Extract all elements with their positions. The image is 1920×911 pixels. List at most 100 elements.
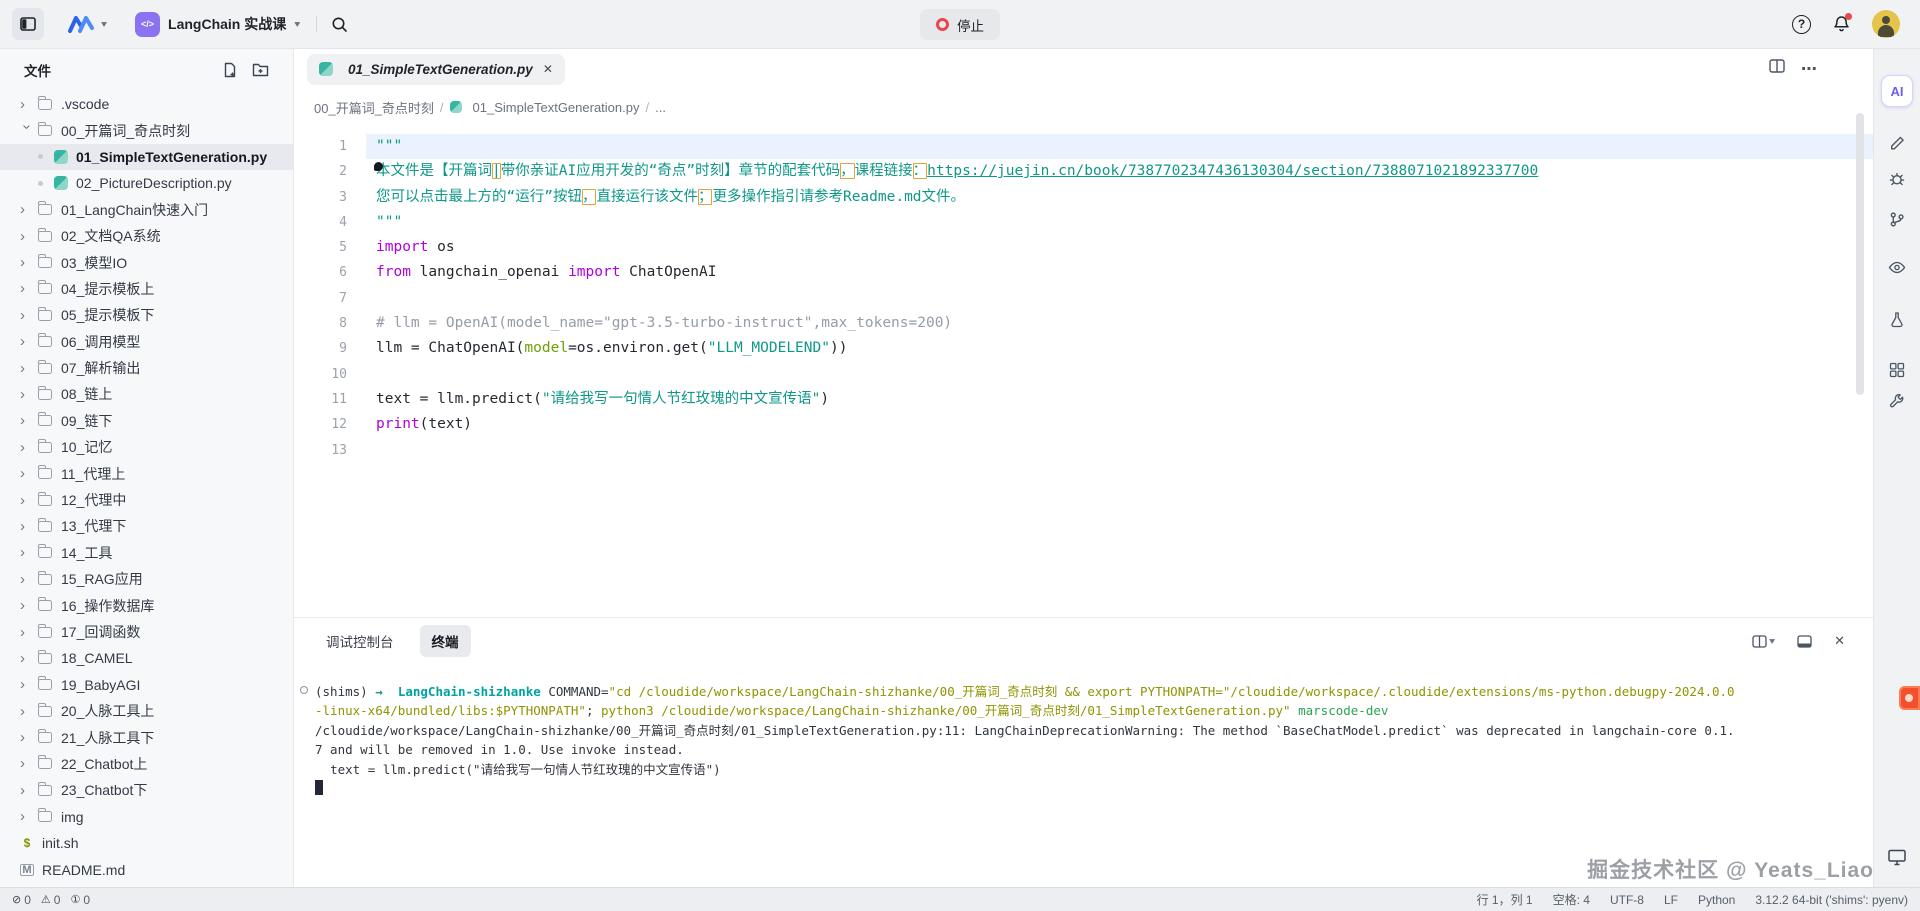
status-problems-item[interactable]: ⚠0 <box>41 893 61 907</box>
help-button[interactable] <box>1792 15 1811 34</box>
tree-item[interactable]: 21_人脉工具下 <box>0 724 293 750</box>
search-button[interactable] <box>331 16 348 33</box>
command-decoration-icon <box>300 686 308 694</box>
tree-item[interactable]: 22_Chatbot上 <box>0 751 293 777</box>
extensions-grid-icon[interactable] <box>1889 362 1905 378</box>
code-line[interactable]: 3您可以点击最上方的“运行”按钮，直接运行该文件；更多操作指引请参考Readme… <box>294 185 1873 210</box>
tree-item-label: 02_文档QA系统 <box>61 226 161 246</box>
tree-item[interactable]: .vscode <box>0 91 293 117</box>
code-line[interactable]: 12print(text) <box>294 412 1873 437</box>
tree-item[interactable]: 18_CAMEL <box>0 645 293 671</box>
tools-icon[interactable] <box>1889 394 1905 410</box>
source-control-icon[interactable] <box>1889 211 1906 228</box>
status-item[interactable]: 空格: 4 <box>1553 891 1590 908</box>
folder-icon <box>38 99 52 110</box>
preview-eye-icon[interactable] <box>1888 260 1906 275</box>
tree-item[interactable]: 23_Chatbot下 <box>0 777 293 803</box>
debug-icon[interactable] <box>1889 170 1906 187</box>
code-link[interactable]: https://juejin.cn/book/73877023474361303… <box>927 163 1538 179</box>
code-line[interactable]: 1""" <box>294 134 1873 159</box>
chevron-down-icon: ▾ <box>294 18 300 29</box>
notifications-button[interactable] <box>1833 15 1850 33</box>
tree-item[interactable]: 19_BabyAGI <box>0 672 293 698</box>
split-terminal-button[interactable]: ▾ <box>1752 634 1775 648</box>
tree-item[interactable]: 02_PictureDescription.py <box>0 170 293 196</box>
maximize-panel-icon[interactable] <box>1797 635 1812 648</box>
tree-item[interactable]: 16_操作数据库 <box>0 592 293 618</box>
tree-item[interactable]: 08_链上 <box>0 381 293 407</box>
tree-item[interactable]: 01_SimpleTextGeneration.py <box>0 144 293 170</box>
code-line[interactable]: 2本文件是【开篇词|带你亲证AI应用开发的“奇点”时刻】章节的配套代码，课程链接… <box>294 159 1873 184</box>
tab-simpletextgeneration[interactable]: 01_SimpleTextGeneration.py ✕ <box>307 54 565 85</box>
code-editor[interactable]: 1"""2本文件是【开篇词|带你亲证AI应用开发的“奇点”时刻】章节的配套代码，… <box>294 125 1873 666</box>
tree-item[interactable]: img <box>0 804 293 830</box>
code-line[interactable]: 8# llm = OpenAI(model_name="gpt-3.5-turb… <box>294 311 1873 336</box>
new-file-icon[interactable] <box>222 62 238 78</box>
status-item[interactable]: 行 1，列 1 <box>1477 891 1533 908</box>
tree-item[interactable]: init.sh <box>0 830 293 856</box>
terminal-output[interactable]: (shims) → LangChain-shizhanke COMMAND="c… <box>294 664 1873 887</box>
edit-icon[interactable] <box>1889 135 1906 152</box>
stop-button[interactable]: 停止 <box>920 9 1000 40</box>
tab-terminal[interactable]: 终端 <box>420 625 471 657</box>
tree-item[interactable]: 04_提示模板上 <box>0 276 293 302</box>
code-line[interactable]: 6from langchain_openai import ChatOpenAI <box>294 260 1873 285</box>
project-switcher[interactable]: LangChain 实战课 ▾ <box>135 12 300 37</box>
editor-scrollbar[interactable] <box>1856 113 1864 395</box>
breadcrumb-folder[interactable]: 00_开篇词_奇点时刻 <box>314 98 434 117</box>
user-avatar[interactable] <box>1872 10 1900 38</box>
tree-item[interactable]: 20_人脉工具上 <box>0 698 293 724</box>
code-line[interactable]: 13 <box>294 438 1873 463</box>
code-line[interactable]: 10 <box>294 362 1873 387</box>
tree-item[interactable]: README.md <box>0 856 293 882</box>
tree-item-label: 09_链下 <box>61 411 112 431</box>
tree-item[interactable]: 17_回调函数 <box>0 619 293 645</box>
ai-assistant-button[interactable] <box>1881 75 1913 107</box>
close-icon[interactable]: ✕ <box>543 62 553 76</box>
tree-item[interactable]: 07_解析输出 <box>0 355 293 381</box>
code-line[interactable]: 5import os <box>294 235 1873 260</box>
remote-monitor-icon[interactable] <box>1888 849 1907 866</box>
tree-item-label: 14_工具 <box>61 543 112 563</box>
tree-item[interactable]: 13_代理下 <box>0 513 293 539</box>
tree-item[interactable]: 09_链下 <box>0 408 293 434</box>
folder-icon <box>38 310 52 321</box>
tree-item[interactable]: 06_调用模型 <box>0 329 293 355</box>
tree-item[interactable]: 11_代理上 <box>0 460 293 486</box>
tab-debug-console[interactable]: 调试控制台 <box>314 625 406 657</box>
tree-item[interactable]: 03_模型IO <box>0 249 293 275</box>
tree-item[interactable]: 14_工具 <box>0 540 293 566</box>
more-actions-icon[interactable]: ⋯ <box>1801 59 1818 79</box>
marscode-logo-menu[interactable]: ▾ <box>66 14 107 34</box>
status-item[interactable]: Python <box>1698 893 1735 907</box>
code-line[interactable]: 11text = llm.predict("请给我写一句情人节红玫瑰的中文宣传语… <box>294 387 1873 412</box>
tree-item[interactable]: 10_记忆 <box>0 434 293 460</box>
breadcrumb-separator <box>645 100 649 115</box>
sidebar-toggle-button[interactable] <box>12 8 44 40</box>
code-line[interactable]: 9llm = ChatOpenAI(model=os.environ.get("… <box>294 336 1873 361</box>
tree-item[interactable]: 02_文档QA系统 <box>0 223 293 249</box>
code-line[interactable]: 7 <box>294 286 1873 311</box>
new-folder-icon[interactable] <box>252 62 269 77</box>
status-item[interactable]: UTF-8 <box>1610 893 1644 907</box>
promo-pendant[interactable] <box>1899 686 1920 710</box>
status-item[interactable]: LF <box>1664 893 1678 907</box>
tree-item[interactable]: 00_开篇词_奇点时刻 <box>0 117 293 143</box>
tree-item-label: 21_人脉工具下 <box>61 728 154 748</box>
status-item[interactable]: 3.12.2 64-bit ('shims': pyenv) <box>1755 893 1908 907</box>
tree-item[interactable]: 01_LangChain快速入门 <box>0 197 293 223</box>
close-panel-icon[interactable]: ✕ <box>1834 633 1845 649</box>
tree-item[interactable]: 15_RAG应用 <box>0 566 293 592</box>
breadcrumb-file[interactable]: 01_SimpleTextGeneration.py <box>473 100 640 115</box>
status-problems-item[interactable]: ⊘0 <box>12 893 31 907</box>
tree-item[interactable]: 12_代理中 <box>0 487 293 513</box>
bottom-panel-header: 调试控制台 终端 ▾ ✕ <box>294 617 1873 664</box>
breadcrumb-more[interactable]: ... <box>655 100 666 115</box>
shell-icon <box>20 836 34 850</box>
test-flask-icon[interactable] <box>1889 311 1905 328</box>
status-problems-item[interactable]: ①0 <box>70 893 90 907</box>
terminal-line <box>315 779 1863 798</box>
split-editor-icon[interactable] <box>1769 59 1785 73</box>
tree-item[interactable]: 05_提示模板下 <box>0 302 293 328</box>
code-line[interactable]: 4""" <box>294 210 1873 235</box>
